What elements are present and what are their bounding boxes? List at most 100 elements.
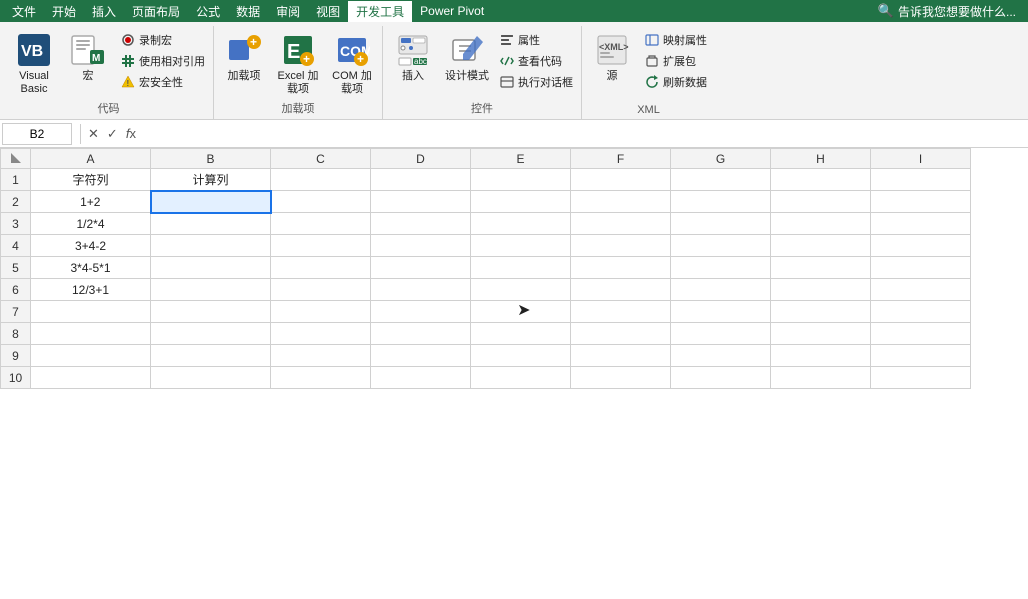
cell-C6[interactable] — [271, 279, 371, 301]
cell-I7[interactable] — [871, 301, 971, 323]
cell-B6[interactable] — [151, 279, 271, 301]
cell-F5[interactable] — [571, 257, 671, 279]
cell-E1[interactable] — [471, 169, 571, 191]
cell-B10[interactable] — [151, 367, 271, 389]
cell-H7[interactable] — [771, 301, 871, 323]
cell-A7[interactable] — [31, 301, 151, 323]
col-header-a[interactable]: A — [31, 149, 151, 169]
cell-H3[interactable] — [771, 213, 871, 235]
cell-C5[interactable] — [271, 257, 371, 279]
cell-B4[interactable] — [151, 235, 271, 257]
cell-G1[interactable] — [671, 169, 771, 191]
row-header-2[interactable]: 2 — [1, 191, 31, 213]
col-header-b[interactable]: B — [151, 149, 271, 169]
cell-F3[interactable] — [571, 213, 671, 235]
cell-I5[interactable] — [871, 257, 971, 279]
cell-A8[interactable] — [31, 323, 151, 345]
col-header-c[interactable]: C — [271, 149, 371, 169]
cell-H10[interactable] — [771, 367, 871, 389]
cell-E3[interactable] — [471, 213, 571, 235]
record-macro-button[interactable]: 录制宏 — [116, 30, 209, 50]
visual-basic-button[interactable]: VB Visual Basic — [8, 28, 60, 98]
cell-C10[interactable] — [271, 367, 371, 389]
cell-D9[interactable] — [371, 345, 471, 367]
cell-E4[interactable] — [471, 235, 571, 257]
cell-H2[interactable] — [771, 191, 871, 213]
cell-E7[interactable]: ➤ — [471, 301, 571, 323]
cell-G10[interactable] — [671, 367, 771, 389]
cell-D7[interactable] — [371, 301, 471, 323]
row-header-7[interactable]: 7 — [1, 301, 31, 323]
cell-A4[interactable]: 3+4-2 — [31, 235, 151, 257]
design-mode-button[interactable]: 设计模式 — [441, 28, 493, 85]
add-ins-button[interactable]: + 加载项 — [218, 28, 270, 85]
cell-E5[interactable] — [471, 257, 571, 279]
menu-insert[interactable]: 插入 — [84, 1, 124, 22]
cell-D2[interactable] — [371, 191, 471, 213]
cell-E6[interactable] — [471, 279, 571, 301]
cell-H6[interactable] — [771, 279, 871, 301]
cell-I4[interactable] — [871, 235, 971, 257]
col-header-h[interactable]: H — [771, 149, 871, 169]
run-dialog-button[interactable]: 执行对话框 — [495, 72, 577, 92]
cell-B5[interactable] — [151, 257, 271, 279]
cell-I8[interactable] — [871, 323, 971, 345]
row-header-3[interactable]: 3 — [1, 213, 31, 235]
cell-D5[interactable] — [371, 257, 471, 279]
cell-G9[interactable] — [671, 345, 771, 367]
view-code-button[interactable]: 查看代码 — [495, 51, 577, 71]
excel-addins-button[interactable]: E + Excel 加载项 — [272, 28, 324, 98]
cell-F1[interactable] — [571, 169, 671, 191]
menu-file[interactable]: 文件 — [4, 1, 44, 22]
cell-I9[interactable] — [871, 345, 971, 367]
cell-G6[interactable] — [671, 279, 771, 301]
formula-fx-button[interactable]: fx — [123, 126, 139, 141]
cell-D10[interactable] — [371, 367, 471, 389]
com-addins-button[interactable]: COM + COM 加载项 — [326, 28, 378, 98]
cell-D4[interactable] — [371, 235, 471, 257]
properties-button[interactable]: 属性 — [495, 30, 577, 50]
cell-C3[interactable] — [271, 213, 371, 235]
cell-C7[interactable] — [271, 301, 371, 323]
col-header-f[interactable]: F — [571, 149, 671, 169]
menu-developer[interactable]: 开发工具 — [348, 1, 412, 22]
relative-ref-button[interactable]: 使用相对引用 — [116, 51, 209, 71]
cell-C1[interactable] — [271, 169, 371, 191]
cell-A5[interactable]: 3*4-5*1 — [31, 257, 151, 279]
cell-F9[interactable] — [571, 345, 671, 367]
cell-A3[interactable]: 1/2*4 — [31, 213, 151, 235]
cell-B9[interactable] — [151, 345, 271, 367]
formula-cancel-button[interactable]: ✕ — [85, 126, 102, 142]
cell-F10[interactable] — [571, 367, 671, 389]
expand-pack-button[interactable]: 扩展包 — [640, 51, 711, 71]
menu-power-pivot[interactable]: Power Pivot — [412, 2, 492, 20]
cell-B7[interactable] — [151, 301, 271, 323]
cell-D8[interactable] — [371, 323, 471, 345]
cell-C8[interactable] — [271, 323, 371, 345]
cell-F2[interactable] — [571, 191, 671, 213]
menu-home[interactable]: 开始 — [44, 1, 84, 22]
menu-formula[interactable]: 公式 — [188, 1, 228, 22]
cell-I10[interactable] — [871, 367, 971, 389]
cell-H4[interactable] — [771, 235, 871, 257]
cell-G7[interactable] — [671, 301, 771, 323]
cell-A9[interactable] — [31, 345, 151, 367]
cell-A10[interactable] — [31, 367, 151, 389]
macro-security-button[interactable]: ! 宏安全性 — [116, 72, 209, 92]
cell-E8[interactable] — [471, 323, 571, 345]
cell-G5[interactable] — [671, 257, 771, 279]
cell-F4[interactable] — [571, 235, 671, 257]
cell-H8[interactable] — [771, 323, 871, 345]
cell-A2[interactable]: 1+2 — [31, 191, 151, 213]
macro-button[interactable]: M 宏 — [62, 28, 114, 85]
cell-B3[interactable] — [151, 213, 271, 235]
col-header-d[interactable]: D — [371, 149, 471, 169]
cell-I2[interactable] — [871, 191, 971, 213]
cell-reference-input[interactable] — [2, 123, 72, 145]
map-properties-button[interactable]: 映射属性 — [640, 30, 711, 50]
menu-review[interactable]: 审阅 — [268, 1, 308, 22]
cell-D6[interactable] — [371, 279, 471, 301]
cell-H5[interactable] — [771, 257, 871, 279]
row-header-8[interactable]: 8 — [1, 323, 31, 345]
cell-A6[interactable]: 12/3+1 — [31, 279, 151, 301]
